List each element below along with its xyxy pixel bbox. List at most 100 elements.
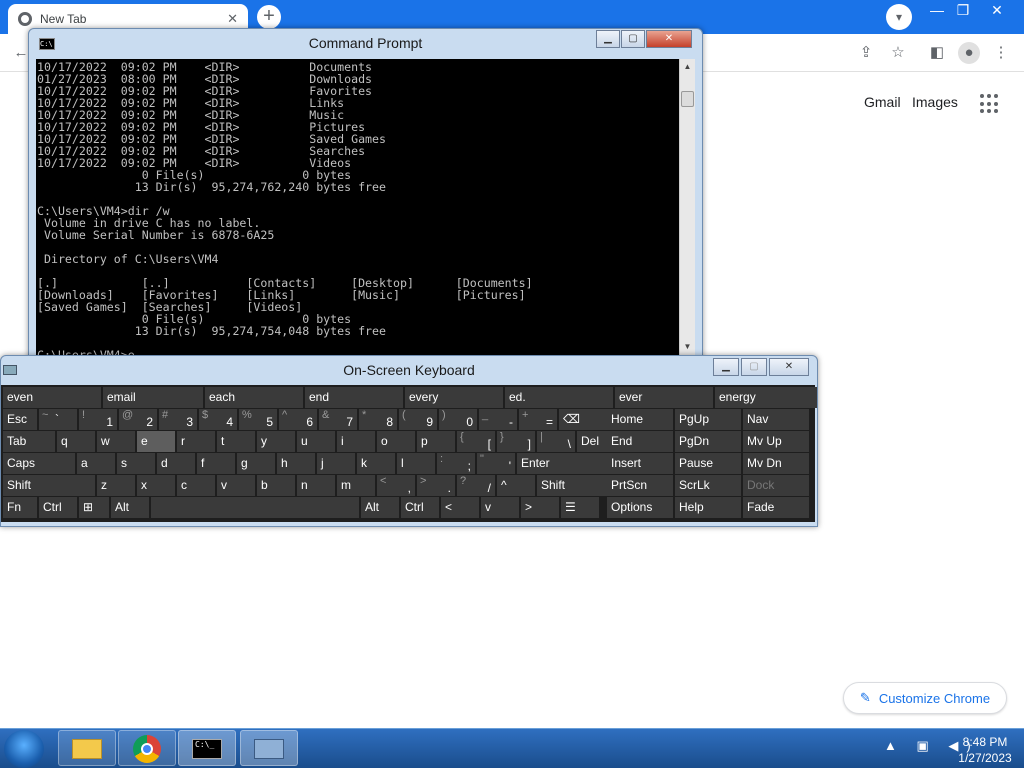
key-r0-7[interactable]: ^ 6 bbox=[279, 409, 317, 430]
images-link[interactable]: Images bbox=[912, 94, 958, 110]
close-tab-icon[interactable]: ✕ bbox=[227, 11, 238, 27]
key-r1-11[interactable]: {[ bbox=[457, 431, 495, 452]
prediction-ever[interactable]: ever bbox=[615, 387, 713, 408]
cmd-maximize-button[interactable]: ▢ bbox=[621, 30, 645, 48]
side-key-pgdn[interactable]: PgDn bbox=[675, 431, 741, 452]
new-tab-button[interactable]: + bbox=[257, 5, 281, 29]
key-r1-9[interactable]: o bbox=[377, 431, 415, 452]
key-r3-8[interactable]: <, bbox=[377, 475, 415, 496]
side-key-prtscn[interactable]: PrtScn bbox=[607, 475, 673, 496]
key-r4-10[interactable]: ☰ bbox=[561, 497, 599, 518]
close-window-icon[interactable]: ✕ bbox=[980, 0, 1014, 22]
side-key-options[interactable]: Options bbox=[607, 497, 673, 518]
share-icon[interactable]: ⇪ bbox=[855, 42, 877, 64]
on-screen-keyboard-window[interactable]: On-Screen Keyboard ▁ ▢ ✕ even email each en… bbox=[0, 355, 818, 527]
key-r0-13[interactable]: + = bbox=[519, 409, 557, 430]
key-r1-10[interactable]: p bbox=[417, 431, 455, 452]
side-key-nav[interactable]: Nav bbox=[743, 409, 809, 430]
prediction-ed[interactable]: ed. bbox=[505, 387, 613, 408]
side-key-fade[interactable]: Fade bbox=[743, 497, 809, 518]
cmd-scrollbar[interactable]: ▲ ▼ bbox=[679, 59, 695, 355]
start-button[interactable] bbox=[4, 730, 44, 768]
key-r3-7[interactable]: m bbox=[337, 475, 375, 496]
prediction-end[interactable]: end bbox=[305, 387, 403, 408]
key-r3-11[interactable]: ^ bbox=[497, 475, 535, 496]
key-r1-2[interactable]: w bbox=[97, 431, 135, 452]
bookmark-star-icon[interactable]: ☆ bbox=[887, 42, 909, 64]
key-r0-11[interactable]: ) 0 bbox=[439, 409, 477, 430]
side-key-mv-dn[interactable]: Mv Dn bbox=[743, 453, 809, 474]
osk-close-button[interactable]: ✕ bbox=[769, 358, 809, 376]
side-panel-icon[interactable]: ◧ bbox=[926, 42, 948, 64]
cmd-taskbar-icon[interactable]: C:\_ bbox=[178, 730, 236, 766]
customize-chrome-button[interactable]: ✎ Customize Chrome bbox=[843, 682, 1007, 714]
side-key-help[interactable]: Help bbox=[675, 497, 741, 518]
side-key-pause[interactable]: Pause bbox=[675, 453, 741, 474]
key-r3-3[interactable]: c bbox=[177, 475, 215, 496]
side-key-end[interactable]: End bbox=[607, 431, 673, 452]
command-prompt-window[interactable]: C:\ Command Prompt ▁ ▢ ✕ 10/17/2022 09:0… bbox=[28, 28, 703, 368]
key-r3-0[interactable]: Shift bbox=[3, 475, 95, 496]
key-r0-10[interactable]: (9 bbox=[399, 409, 437, 430]
key-r2-0[interactable]: Caps bbox=[3, 453, 75, 474]
key-r2-12[interactable]: Enter bbox=[517, 453, 621, 474]
key-r3-9[interactable]: >. bbox=[417, 475, 455, 496]
cmd-console-output[interactable]: 10/17/2022 09:02 PM <DIR> Documents 01/2… bbox=[36, 59, 679, 355]
key-r1-8[interactable]: i bbox=[337, 431, 375, 452]
key-r4-5[interactable]: Alt bbox=[361, 497, 399, 518]
key-r4-2[interactable]: ⊞ bbox=[79, 497, 109, 518]
key-r1-3[interactable]: e bbox=[137, 431, 175, 452]
key-r2-9[interactable]: l bbox=[397, 453, 435, 474]
side-key-mv-up[interactable]: Mv Up bbox=[743, 431, 809, 452]
key-r1-12[interactable]: }] bbox=[497, 431, 535, 452]
key-r1-4[interactable]: r bbox=[177, 431, 215, 452]
key-r4-8[interactable]: v bbox=[481, 497, 519, 518]
key-r0-12[interactable]: _ - bbox=[479, 409, 517, 430]
key-r4-7[interactable]: < bbox=[441, 497, 479, 518]
key-r2-2[interactable]: s bbox=[117, 453, 155, 474]
key-r4-1[interactable]: Ctrl bbox=[39, 497, 77, 518]
key-r4-3[interactable]: Alt bbox=[111, 497, 149, 518]
key-r0-4[interactable]: #3 bbox=[159, 409, 197, 430]
key-r3-2[interactable]: x bbox=[137, 475, 175, 496]
key-r1-13[interactable]: | \ bbox=[537, 431, 575, 452]
file-explorer-icon[interactable] bbox=[58, 730, 116, 766]
key-r2-10[interactable]: :; bbox=[437, 453, 475, 474]
menu-kebab-icon[interactable]: ⋮ bbox=[990, 42, 1012, 64]
key-r1-7[interactable]: u bbox=[297, 431, 335, 452]
key-r0-5[interactable]: $4 bbox=[199, 409, 237, 430]
key-r2-8[interactable]: k bbox=[357, 453, 395, 474]
cmd-minimize-button[interactable]: ▁ bbox=[596, 30, 620, 48]
key-r2-3[interactable]: d bbox=[157, 453, 195, 474]
side-key-pgup[interactable]: PgUp bbox=[675, 409, 741, 430]
key-r4-9[interactable]: > bbox=[521, 497, 559, 518]
maximize-icon[interactable]: ❐ bbox=[946, 0, 980, 22]
key-r0-6[interactable]: % 5 bbox=[239, 409, 277, 430]
prediction-email[interactable]: email bbox=[103, 387, 203, 408]
prediction-every[interactable]: every bbox=[405, 387, 503, 408]
key-r2-11[interactable]: " ' bbox=[477, 453, 515, 474]
key-r3-4[interactable]: v bbox=[217, 475, 255, 496]
key-r3-1[interactable]: z bbox=[97, 475, 135, 496]
key-r2-4[interactable]: f bbox=[197, 453, 235, 474]
prediction-even[interactable]: even bbox=[3, 387, 101, 408]
key-r2-1[interactable]: a bbox=[77, 453, 115, 474]
prediction-each[interactable]: each bbox=[205, 387, 303, 408]
clock[interactable]: 8:48 PM 1/27/2023 bbox=[952, 734, 1018, 766]
osk-minimize-button[interactable]: ▁ bbox=[713, 358, 739, 376]
key-r0-3[interactable]: @2 bbox=[119, 409, 157, 430]
key-r0-8[interactable]: & 7 bbox=[319, 409, 357, 430]
side-key-scrlk[interactable]: ScrLk bbox=[675, 475, 741, 496]
side-key-insert[interactable]: Insert bbox=[607, 453, 673, 474]
osk-taskbar-icon[interactable] bbox=[240, 730, 298, 766]
gmail-link[interactable]: Gmail bbox=[864, 94, 901, 110]
profile-avatar-icon[interactable]: ● bbox=[958, 42, 980, 64]
key-r0-0[interactable]: Esc bbox=[3, 409, 37, 430]
chrome-taskbar-icon[interactable] bbox=[118, 730, 176, 766]
key-r3-6[interactable]: n bbox=[297, 475, 335, 496]
key-r3-5[interactable]: b bbox=[257, 475, 295, 496]
key-r1-0[interactable]: Tab bbox=[3, 431, 55, 452]
key-r0-1[interactable]: ~ ` bbox=[39, 409, 77, 430]
key-r1-5[interactable]: t bbox=[217, 431, 255, 452]
key-r3-10[interactable]: ? / bbox=[457, 475, 495, 496]
